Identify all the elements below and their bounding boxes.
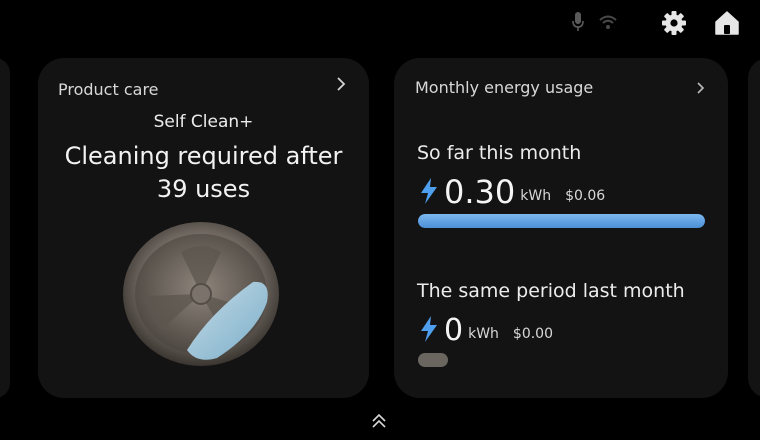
lightning-bolt-icon [420, 178, 438, 208]
status-line-2: 39 uses [156, 175, 251, 203]
product-care-title: Product care [58, 80, 159, 99]
cleaning-status: Cleaning required after 39 uses [38, 140, 369, 206]
this-month-usage: 0.30 kWh $0.06 [420, 176, 605, 208]
previous-card[interactable] [0, 58, 10, 398]
microphone-icon[interactable] [569, 11, 587, 33]
settings-icon[interactable] [660, 9, 688, 37]
last-month-progress-bar [418, 353, 448, 367]
status-line-1: Cleaning required after [64, 142, 343, 170]
this-month-unit: kWh [520, 188, 552, 204]
program-name: Self Clean+ [153, 112, 254, 132]
last-month-usage: 0 kWh $0.00 [420, 316, 553, 346]
top-bar [0, 0, 760, 50]
washer-drum-image [121, 220, 287, 374]
this-month-progress-bar [418, 214, 705, 228]
wifi-icon [598, 12, 618, 32]
this-month-label: So far this month [417, 142, 582, 164]
last-month-cost: $0.00 [512, 326, 554, 342]
double-chevron-up-icon[interactable] [370, 412, 388, 434]
last-month-unit: kWh [468, 326, 499, 342]
this-month-value: 0.30 [444, 173, 516, 211]
energy-card-title: Monthly energy usage [415, 78, 594, 97]
home-icon[interactable] [713, 9, 741, 37]
last-month-label: The same period last month [417, 280, 685, 302]
chevron-right-icon[interactable] [336, 76, 346, 96]
lightning-bolt-icon [420, 316, 438, 346]
last-month-value: 0 [444, 313, 464, 348]
this-month-progress-fill [418, 214, 705, 228]
chevron-right-icon[interactable] [696, 80, 705, 99]
this-month-cost: $0.06 [565, 188, 606, 204]
next-card[interactable] [748, 58, 760, 398]
